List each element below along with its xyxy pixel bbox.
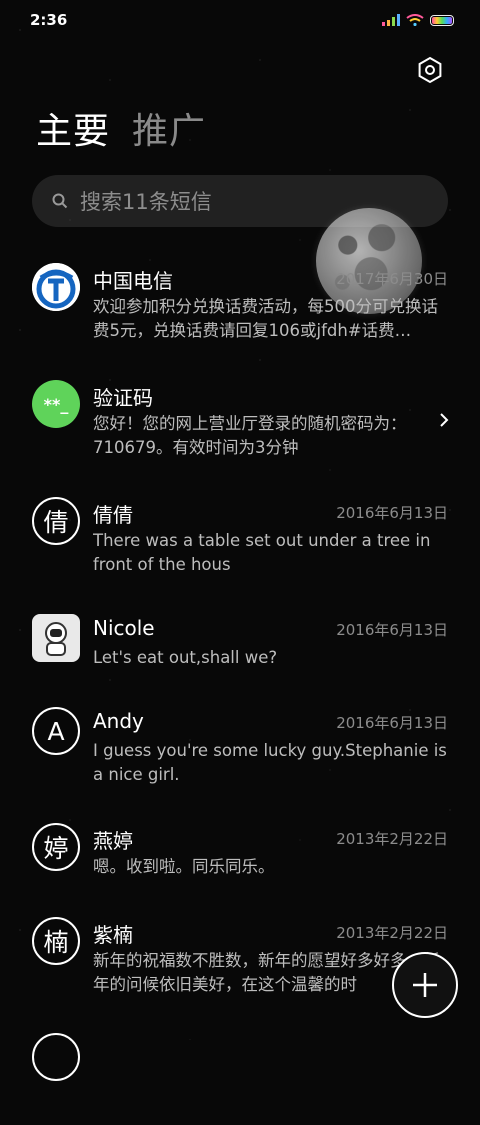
search-icon [52,193,68,209]
astronaut-icon [45,622,67,656]
contact-name: 倩倩 [93,503,133,527]
message-preview: There was a table set out under a tree i… [93,531,431,574]
message-date: 2013年2月22日 [336,830,448,848]
message-item-verification-code[interactable]: **_ 验证码 您好！您的网上营业厅登录的随机密码为：710679。有效时间为3… [0,362,480,472]
signal-icon [382,14,400,26]
contact-name: 紫楠 [93,923,133,947]
china-telecom-logo-icon [32,263,80,311]
compose-button[interactable] [392,952,458,1018]
message-date: 2017年6月30日 [336,270,448,288]
astronaut-photo-avatar [32,614,80,662]
china-telecom-logo-avatar [32,263,80,311]
contact-name: Nicole [93,616,155,640]
status-bar: 2:36 [0,0,480,40]
message-preview: 嗯。收到啦。同乐同乐。 [93,857,275,876]
tab-bar: 主要 推广 [36,108,206,156]
contact-name: 燕婷 [93,829,133,853]
contact-name: 中国电信 [93,269,173,293]
code-avatar: **_ [32,380,80,428]
status-icons [382,14,454,26]
search-bar[interactable]: 搜索11条短信 [32,175,448,227]
message-item-china-telecom[interactable]: 中国电信 2017年6月30日 欢迎参加积分兑换话费活动，每500分可兑换话费5… [0,245,480,355]
letter-avatar [32,1033,80,1081]
message-preview: 欢迎参加积分兑换话费活动，每500分可兑换话费5元，兑换话费请回复106或jfd… [93,297,438,340]
tab-promotions[interactable]: 推广 [132,108,206,156]
letter-avatar: A [32,707,80,755]
message-item-qianqian[interactable]: 倩 倩倩 2016年6月13日 There was a table set ou… [0,479,480,589]
message-preview: Let's eat out,shall we? [93,648,278,667]
message-item-andy[interactable]: A Andy 2016年6月13日 I guess you're some lu… [0,689,480,799]
letter-avatar: 楠 [32,917,80,965]
settings-hexagon-icon[interactable] [416,56,444,84]
letter-avatar: 倩 [32,497,80,545]
letter-avatar: 婷 [32,823,80,871]
status-time: 2:36 [30,11,68,29]
message-item-partial[interactable] [0,1015,480,1125]
contact-name: 验证码 [93,386,153,410]
message-date: 2016年6月13日 [336,621,448,639]
message-preview: I guess you're some lucky guy.Stephanie … [93,741,447,784]
message-date: 2013年2月22日 [336,924,448,942]
plus-icon [413,973,437,997]
battery-icon [430,14,454,26]
tab-primary[interactable]: 主要 [36,108,110,156]
wifi-icon [406,14,424,26]
message-date: 2016年6月13日 [336,714,448,732]
search-placeholder: 搜索11条短信 [80,190,212,214]
contact-name: Andy [93,709,144,733]
chevron-right-icon[interactable] [438,410,450,430]
message-preview: 您好！您的网上营业厅登录的随机密码为：710679。有效时间为3分钟 [93,414,407,457]
message-date: 2016年6月13日 [336,504,448,522]
